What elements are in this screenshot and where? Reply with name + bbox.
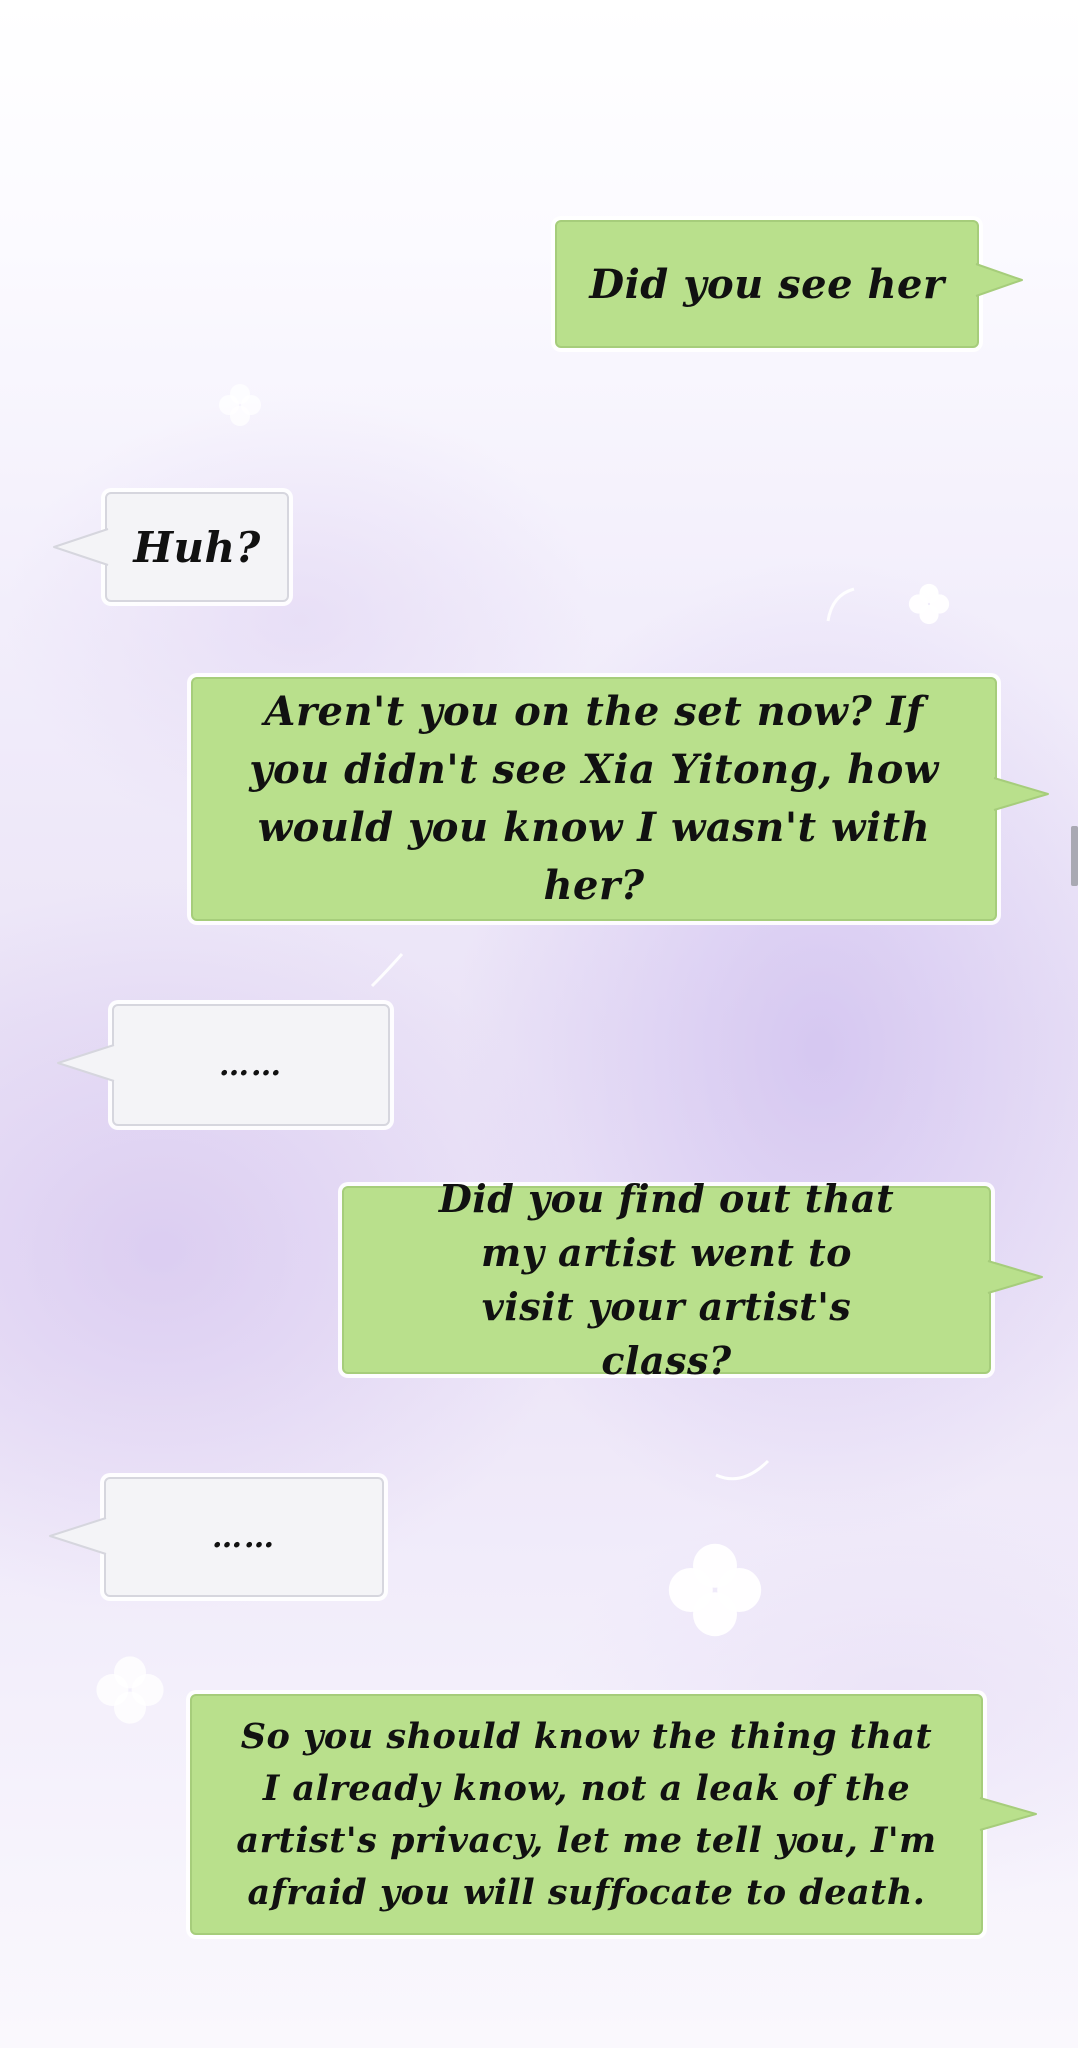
message-text: So you should know the thing that I alre… xyxy=(236,1715,937,1913)
bubble-tail-right xyxy=(993,777,1049,811)
sent-message-bubble: Did you see her xyxy=(555,220,979,348)
message-text: Huh? xyxy=(133,522,261,572)
message-text: …… xyxy=(212,1519,276,1555)
message-text: Did you find out that my artist went to … xyxy=(438,1176,895,1383)
flower-decoration-icon xyxy=(96,1656,164,1724)
sparkle-decoration-icon xyxy=(370,953,404,988)
received-message-bubble: Huh? xyxy=(105,492,289,602)
bubble-tail-left xyxy=(49,1517,107,1555)
flower-decoration-icon xyxy=(668,1543,762,1637)
flower-decoration-icon xyxy=(908,583,950,625)
received-message-bubble: …… xyxy=(112,1004,390,1126)
bubble-tail-right xyxy=(979,1797,1037,1831)
bubble-tail-right xyxy=(987,1260,1043,1294)
sent-message-bubble: So you should know the thing that I alre… xyxy=(190,1694,983,1935)
bubble-tail-left xyxy=(57,1044,115,1082)
bubble-tail-left xyxy=(53,528,109,566)
sparkle-decoration-icon xyxy=(826,587,855,622)
sparkle-decoration-icon xyxy=(715,1459,770,1481)
message-text: Did you see her xyxy=(589,260,945,308)
received-message-bubble: …… xyxy=(104,1477,384,1597)
message-text: …… xyxy=(219,1047,283,1083)
sent-message-bubble: Did you find out that my artist went to … xyxy=(342,1176,991,1383)
bubble-tail-right xyxy=(975,263,1023,297)
scrollbar-thumb[interactable] xyxy=(1071,826,1078,886)
flower-decoration-icon xyxy=(219,384,261,426)
message-text: Aren't you on the set now? If you didn't… xyxy=(249,688,939,909)
sent-message-bubble: Aren't you on the set now? If you didn't… xyxy=(191,677,997,921)
